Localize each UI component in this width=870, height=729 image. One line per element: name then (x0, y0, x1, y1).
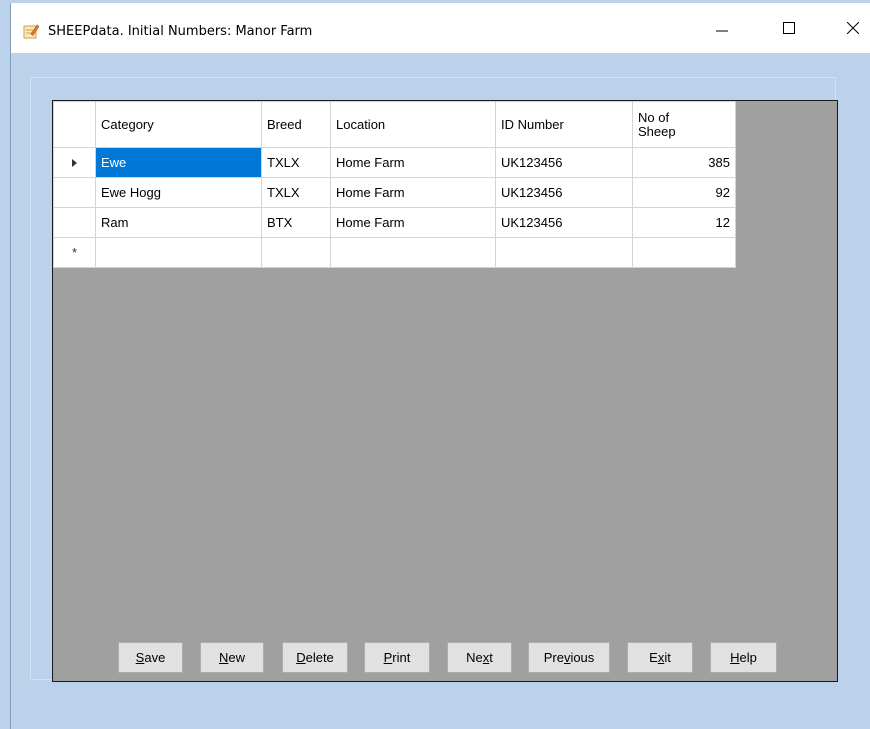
help-label-rest: elp (739, 650, 757, 665)
table-row[interactable]: Ewe TXLX Home Farm UK123456 385 (53, 147, 736, 178)
cell-location[interactable]: Home Farm (330, 177, 496, 208)
close-icon (847, 22, 859, 34)
print-label-rest: rint (392, 650, 411, 665)
sheep-table: Category Breed Location ID Number No of … (53, 101, 736, 268)
cell-category[interactable]: Ewe (95, 147, 262, 178)
next-button[interactable]: Ne x t (447, 642, 512, 673)
new-mnemonic: N (218, 650, 229, 665)
next-label-rest: t (489, 650, 493, 665)
client-area: Category Breed Location ID Number No of … (11, 53, 870, 729)
minimize-icon (716, 30, 728, 32)
column-header-no-of-sheep-label: No of Sheep (638, 109, 676, 139)
cell-category[interactable]: Ewe Hogg (95, 177, 262, 208)
cell-location[interactable]: Home Farm (330, 147, 496, 178)
save-label-rest: ave (144, 650, 166, 665)
cell-breed[interactable] (261, 237, 331, 268)
cell-no-of-sheep[interactable] (632, 237, 736, 268)
cell-id-number[interactable]: UK123456 (495, 147, 633, 178)
previous-label-start: Pre (543, 650, 564, 665)
help-button[interactable]: Help (710, 642, 777, 673)
print-button[interactable]: Print (364, 642, 430, 673)
maximize-button[interactable] (761, 3, 817, 53)
row-header-cell[interactable] (53, 147, 96, 178)
maximize-icon (783, 22, 795, 34)
close-button[interactable] (825, 3, 870, 53)
next-label-start: Ne (466, 650, 483, 665)
column-header-no-of-sheep[interactable]: No of Sheep (632, 101, 736, 148)
header-row: Category Breed Location ID Number No of … (53, 101, 736, 148)
exit-label-start: E (649, 650, 658, 665)
row-header-cell[interactable] (53, 177, 96, 208)
cell-no-of-sheep[interactable]: 12 (632, 207, 736, 238)
cell-id-number[interactable]: UK123456 (495, 177, 633, 208)
cell-id-number[interactable]: UK123456 (495, 207, 633, 238)
column-header-category[interactable]: Category (95, 101, 262, 148)
main-window: SHEEPdata. Initial Numbers: Manor Farm C… (11, 3, 870, 729)
cell-breed[interactable]: BTX (261, 207, 331, 238)
minimize-button[interactable] (694, 3, 750, 53)
row-header-cell[interactable]: * (53, 237, 96, 268)
new-row-marker: * (71, 245, 78, 260)
cell-location[interactable] (330, 237, 496, 268)
cell-breed[interactable]: TXLX (261, 177, 331, 208)
column-header-location[interactable]: Location (330, 101, 496, 148)
row-header-cell[interactable] (53, 207, 96, 238)
column-header-id-number[interactable]: ID Number (495, 101, 633, 148)
new-button[interactable]: New (200, 642, 264, 673)
cell-category[interactable] (95, 237, 262, 268)
corner-header-cell[interactable] (53, 101, 96, 148)
delete-label-rest: elete (305, 650, 334, 665)
cell-no-of-sheep[interactable]: 92 (632, 177, 736, 208)
cell-id-number[interactable] (495, 237, 633, 268)
exit-label-rest: it (664, 650, 671, 665)
save-button[interactable]: Save (118, 642, 183, 673)
new-row[interactable]: * (53, 237, 736, 268)
exit-button[interactable]: Ex it (627, 642, 693, 673)
current-row-arrow-icon (72, 159, 77, 167)
print-mnemonic: P (383, 650, 393, 665)
cell-no-of-sheep[interactable]: 385 (632, 147, 736, 178)
cell-breed[interactable]: TXLX (261, 147, 331, 178)
new-label-rest: ew (228, 650, 245, 665)
help-mnemonic: H (730, 650, 740, 665)
cell-location[interactable]: Home Farm (330, 207, 496, 238)
table-row[interactable]: Ewe Hogg TXLX Home Farm UK123456 92 (53, 177, 736, 208)
title-bar[interactable]: SHEEPdata. Initial Numbers: Manor Farm (11, 3, 870, 53)
save-mnemonic: S (135, 650, 145, 665)
window-title: SHEEPdata. Initial Numbers: Manor Farm (48, 24, 313, 39)
previous-button[interactable]: Pre v ious (528, 642, 610, 673)
table-row[interactable]: Ram BTX Home Farm UK123456 12 (53, 207, 736, 238)
cell-category[interactable]: Ram (95, 207, 262, 238)
sheep-data-grid[interactable]: Category Breed Location ID Number No of … (52, 100, 838, 682)
notepad-pencil-icon (23, 24, 39, 39)
delete-button[interactable]: Delete (282, 642, 348, 673)
column-header-breed[interactable]: Breed (261, 101, 331, 148)
delete-mnemonic: D (296, 650, 306, 665)
previous-label-rest: ious (570, 650, 595, 665)
